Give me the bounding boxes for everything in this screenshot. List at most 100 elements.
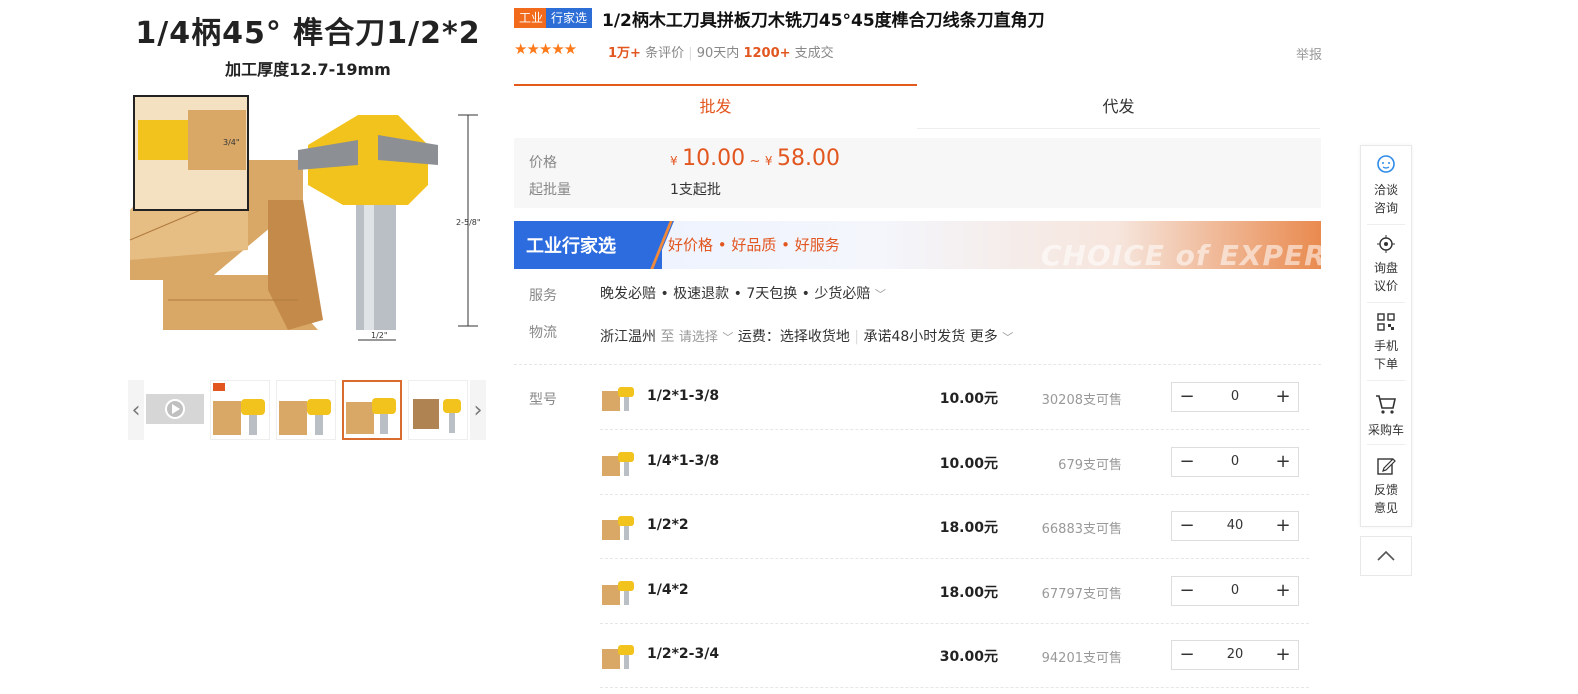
chat-label-1: 洽谈 bbox=[1373, 183, 1398, 197]
quantity-input[interactable]: 0 bbox=[1202, 448, 1268, 476]
more-link[interactable]: 更多 bbox=[970, 329, 998, 345]
quantity-stepper: −40 + bbox=[1171, 511, 1299, 541]
service-label: 服务 bbox=[529, 288, 557, 304]
plus-icon[interactable]: + bbox=[1268, 448, 1298, 476]
chat-consult-button[interactable]: 洽谈 咨询 bbox=[1361, 154, 1411, 217]
product-main-image[interactable]: 1/4柄45° 榫合刀1/2*2 加工厚度12.7-19mm 3/4" 2-5/… bbox=[128, 0, 488, 360]
sku-row: 1/2*2 18.00元 66883支可售 −40 + bbox=[600, 494, 1309, 559]
expert-choice-banner: 工业行家选 好价格 • 好品质 • 好服务 CHOICE of EXPERT bbox=[514, 221, 1321, 269]
quantity-input[interactable]: 0 bbox=[1202, 577, 1268, 605]
quantity-input[interactable]: 20 bbox=[1202, 641, 1268, 669]
quantity-input[interactable]: 0 bbox=[1202, 383, 1268, 411]
plus-icon[interactable]: + bbox=[1268, 512, 1298, 540]
chevron-left-icon[interactable]: ‹ bbox=[128, 380, 144, 440]
sku-name: 1/4*1-3/8 bbox=[647, 453, 720, 469]
sku-price: 30.00元 bbox=[939, 649, 998, 665]
sku-stock: 30208支可售 bbox=[1041, 393, 1122, 408]
service-value: 晚发必赔 • 极速退款 • 7天包换 • 少货必赔 bbox=[600, 286, 871, 302]
tab-dropship[interactable]: 代发 bbox=[917, 84, 1320, 129]
price-panel: 价格 ¥ 10.00 ~ ¥ 58.00 起批量 1支起批 bbox=[514, 138, 1321, 208]
shank-dim-label: 1/2" bbox=[371, 331, 388, 340]
service-guarantees[interactable]: 晚发必赔 • 极速退款 • 7天包换 • 少货必赔 ﹀ bbox=[600, 283, 886, 303]
thumbnail-4[interactable] bbox=[408, 380, 468, 440]
inquiry-label-1: 询盘 bbox=[1373, 261, 1398, 275]
plus-icon[interactable]: + bbox=[1268, 383, 1298, 411]
sku-row: 1/2*1-3/8 10.00元 30208支可售 −0 + bbox=[600, 365, 1309, 430]
sku-thumbnail[interactable] bbox=[602, 508, 636, 542]
mobile-label-1: 手机 bbox=[1373, 339, 1398, 353]
image-subtitle: 加工厚度12.7-19mm bbox=[225, 60, 391, 79]
router-bit-illustration: 3/4" 2-5/8" 1/2" bbox=[129, 95, 481, 341]
play-icon bbox=[172, 404, 180, 414]
logistics-label: 物流 bbox=[529, 325, 557, 341]
rating-meta: 1万+ 条评价 | 90天内 1200+ 支成交 bbox=[608, 46, 834, 61]
plus-icon[interactable]: + bbox=[1268, 641, 1298, 669]
height-dim-label: 2-5/8" bbox=[456, 218, 481, 227]
sku-thumbnail[interactable] bbox=[602, 379, 636, 413]
mobile-label-2: 下单 bbox=[1373, 357, 1398, 371]
sku-name: 1/4*2 bbox=[647, 582, 689, 598]
delivery-promise: 承诺48小时发货 bbox=[863, 329, 966, 345]
rating-stars-icon: ★★★★★ bbox=[514, 40, 577, 58]
reviews-count[interactable]: 1万+ bbox=[608, 46, 641, 61]
feedback-button[interactable]: 反馈 意见 bbox=[1361, 456, 1411, 517]
sku-stock: 94201支可售 bbox=[1041, 651, 1122, 666]
destination-select[interactable]: 请选择 bbox=[679, 330, 718, 345]
banner-watermark: CHOICE of EXPERT bbox=[1041, 239, 1321, 269]
quantity-stepper: −0 + bbox=[1171, 447, 1299, 477]
minus-icon[interactable]: − bbox=[1172, 448, 1202, 476]
chevron-right-icon[interactable]: › bbox=[470, 380, 486, 440]
sku-stock: 679支可售 bbox=[1058, 458, 1122, 473]
minus-icon[interactable]: − bbox=[1172, 383, 1202, 411]
chevron-down-icon[interactable]: ﹀ bbox=[722, 331, 733, 344]
sku-row: 1/4*1-3/8 10.00元 679支可售 −0 + bbox=[600, 430, 1309, 495]
sku-stock: 66883支可售 bbox=[1041, 522, 1122, 537]
period-label: 90天内 bbox=[696, 46, 740, 61]
logistics-row: 浙江温州 至 请选择 ﹀ 运费：选择收货地 | 承诺48小时发货 更多 ﹀ bbox=[600, 329, 1014, 345]
sku-price: 10.00元 bbox=[939, 391, 998, 407]
minus-icon[interactable]: − bbox=[1172, 577, 1202, 605]
plus-icon[interactable]: + bbox=[1268, 577, 1298, 605]
report-link[interactable]: 举报 bbox=[1296, 44, 1322, 63]
cart-button[interactable]: 采购车 bbox=[1361, 392, 1411, 439]
sku-row: 1/2*2-3/4 30.00元 94201支可售 −20 + bbox=[600, 623, 1309, 688]
price-tilde: ~ bbox=[749, 154, 761, 169]
sku-row: 1/4*2 18.00元 67797支可售 −0 + bbox=[600, 559, 1309, 624]
image-title: 1/4柄45° 榫合刀1/2*2 bbox=[135, 16, 481, 51]
product-title: 1/2柄木工刀具拼板刀木铣刀45°45度榫合刀线条刀直角刀 bbox=[602, 11, 1045, 31]
sku-thumbnail[interactable] bbox=[602, 573, 636, 607]
video-thumbnail[interactable] bbox=[146, 394, 204, 424]
thumbnail-1[interactable] bbox=[210, 380, 270, 440]
chat-icon bbox=[1377, 155, 1395, 173]
sku-label: 型号 bbox=[529, 392, 557, 408]
industry-badge: 工业 bbox=[514, 8, 549, 28]
thumbnail-3-selected[interactable] bbox=[342, 380, 402, 440]
expert-badge: 行家选 bbox=[546, 8, 593, 28]
inset-dim-label: 3/4" bbox=[223, 138, 240, 147]
reviews-label[interactable]: 条评价 bbox=[645, 46, 684, 61]
feedback-label-1: 反馈 bbox=[1373, 483, 1398, 497]
sku-stock: 67797支可售 bbox=[1041, 587, 1122, 602]
quantity-input[interactable]: 40 bbox=[1202, 512, 1268, 540]
sku-thumbnail[interactable] bbox=[602, 637, 636, 671]
thumbnail-2[interactable] bbox=[276, 380, 336, 440]
chevron-down-icon[interactable]: ﹀ bbox=[1002, 331, 1013, 344]
mobile-order-button[interactable]: 手机 下单 bbox=[1361, 312, 1411, 373]
chat-label-2: 咨询 bbox=[1373, 201, 1398, 215]
price-label: 价格 bbox=[529, 155, 557, 171]
chevron-up-icon bbox=[1377, 550, 1395, 561]
cart-label: 采购车 bbox=[1367, 423, 1404, 437]
back-to-top-button[interactable] bbox=[1360, 536, 1412, 576]
deals-count: 1200+ bbox=[743, 46, 791, 61]
minus-icon[interactable]: − bbox=[1172, 512, 1202, 540]
inquiry-button[interactable]: 询盘 议价 bbox=[1361, 234, 1411, 295]
moq-value: 1支起批 bbox=[670, 182, 721, 198]
ship-from: 浙江温州 bbox=[600, 329, 656, 345]
price-max: 58.00 bbox=[776, 146, 840, 171]
feedback-label-2: 意见 bbox=[1373, 501, 1398, 515]
shipping-fee: 运费：选择收货地 bbox=[737, 329, 850, 345]
sku-thumbnail[interactable] bbox=[602, 444, 636, 478]
minus-icon[interactable]: − bbox=[1172, 641, 1202, 669]
tab-wholesale[interactable]: 批发 bbox=[514, 84, 917, 128]
quantity-stepper: −0 + bbox=[1171, 576, 1299, 606]
